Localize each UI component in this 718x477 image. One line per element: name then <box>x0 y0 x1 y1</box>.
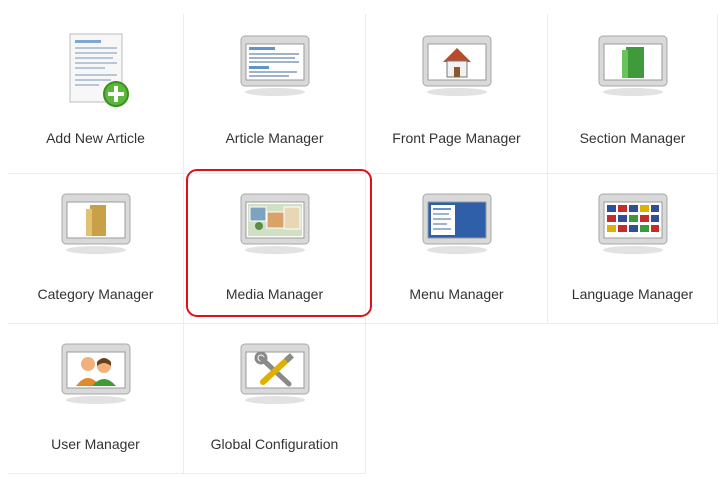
front-page-manager-label: Front Page Manager <box>392 130 521 146</box>
menu-manager-button[interactable]: Menu Manager <box>366 174 548 324</box>
add-new-article-button[interactable]: Add New Article <box>8 14 184 174</box>
article-manager-button[interactable]: Article Manager <box>184 14 366 174</box>
add-article-icon <box>69 33 129 107</box>
article-manager-label: Article Manager <box>225 130 324 146</box>
section-manager-button[interactable]: Section Manager <box>548 14 718 174</box>
menu-manager-label: Menu Manager <box>409 286 504 302</box>
category-manager-icon <box>61 193 130 254</box>
section-manager-label: Section Manager <box>579 130 686 146</box>
global-configuration-button[interactable]: Global Configuration <box>184 324 366 474</box>
category-manager-label: Category Manager <box>37 286 154 302</box>
user-manager-icon <box>61 343 130 404</box>
add-new-article-label: Add New Article <box>46 130 145 146</box>
user-manager-button[interactable]: User Manager <box>8 324 184 474</box>
control-panel-grid: Add New Article Article Manager Front Pa <box>0 0 718 477</box>
media-manager-icon <box>240 193 309 254</box>
media-manager-button[interactable]: Media Manager <box>184 174 366 324</box>
article-manager-icon <box>240 35 309 96</box>
language-manager-icon <box>598 193 667 254</box>
user-manager-label: User Manager <box>51 436 140 452</box>
front-page-manager-button[interactable]: Front Page Manager <box>366 14 548 174</box>
front-page-icon <box>422 35 491 96</box>
category-manager-button[interactable]: Category Manager <box>8 174 184 324</box>
section-manager-icon <box>598 35 667 96</box>
language-manager-button[interactable]: Language Manager <box>548 174 718 324</box>
global-configuration-icon <box>240 343 309 404</box>
language-manager-label: Language Manager <box>571 286 694 302</box>
global-configuration-label: Global Configuration <box>210 436 339 452</box>
menu-manager-icon <box>422 193 491 254</box>
media-manager-label: Media Manager <box>225 286 324 302</box>
